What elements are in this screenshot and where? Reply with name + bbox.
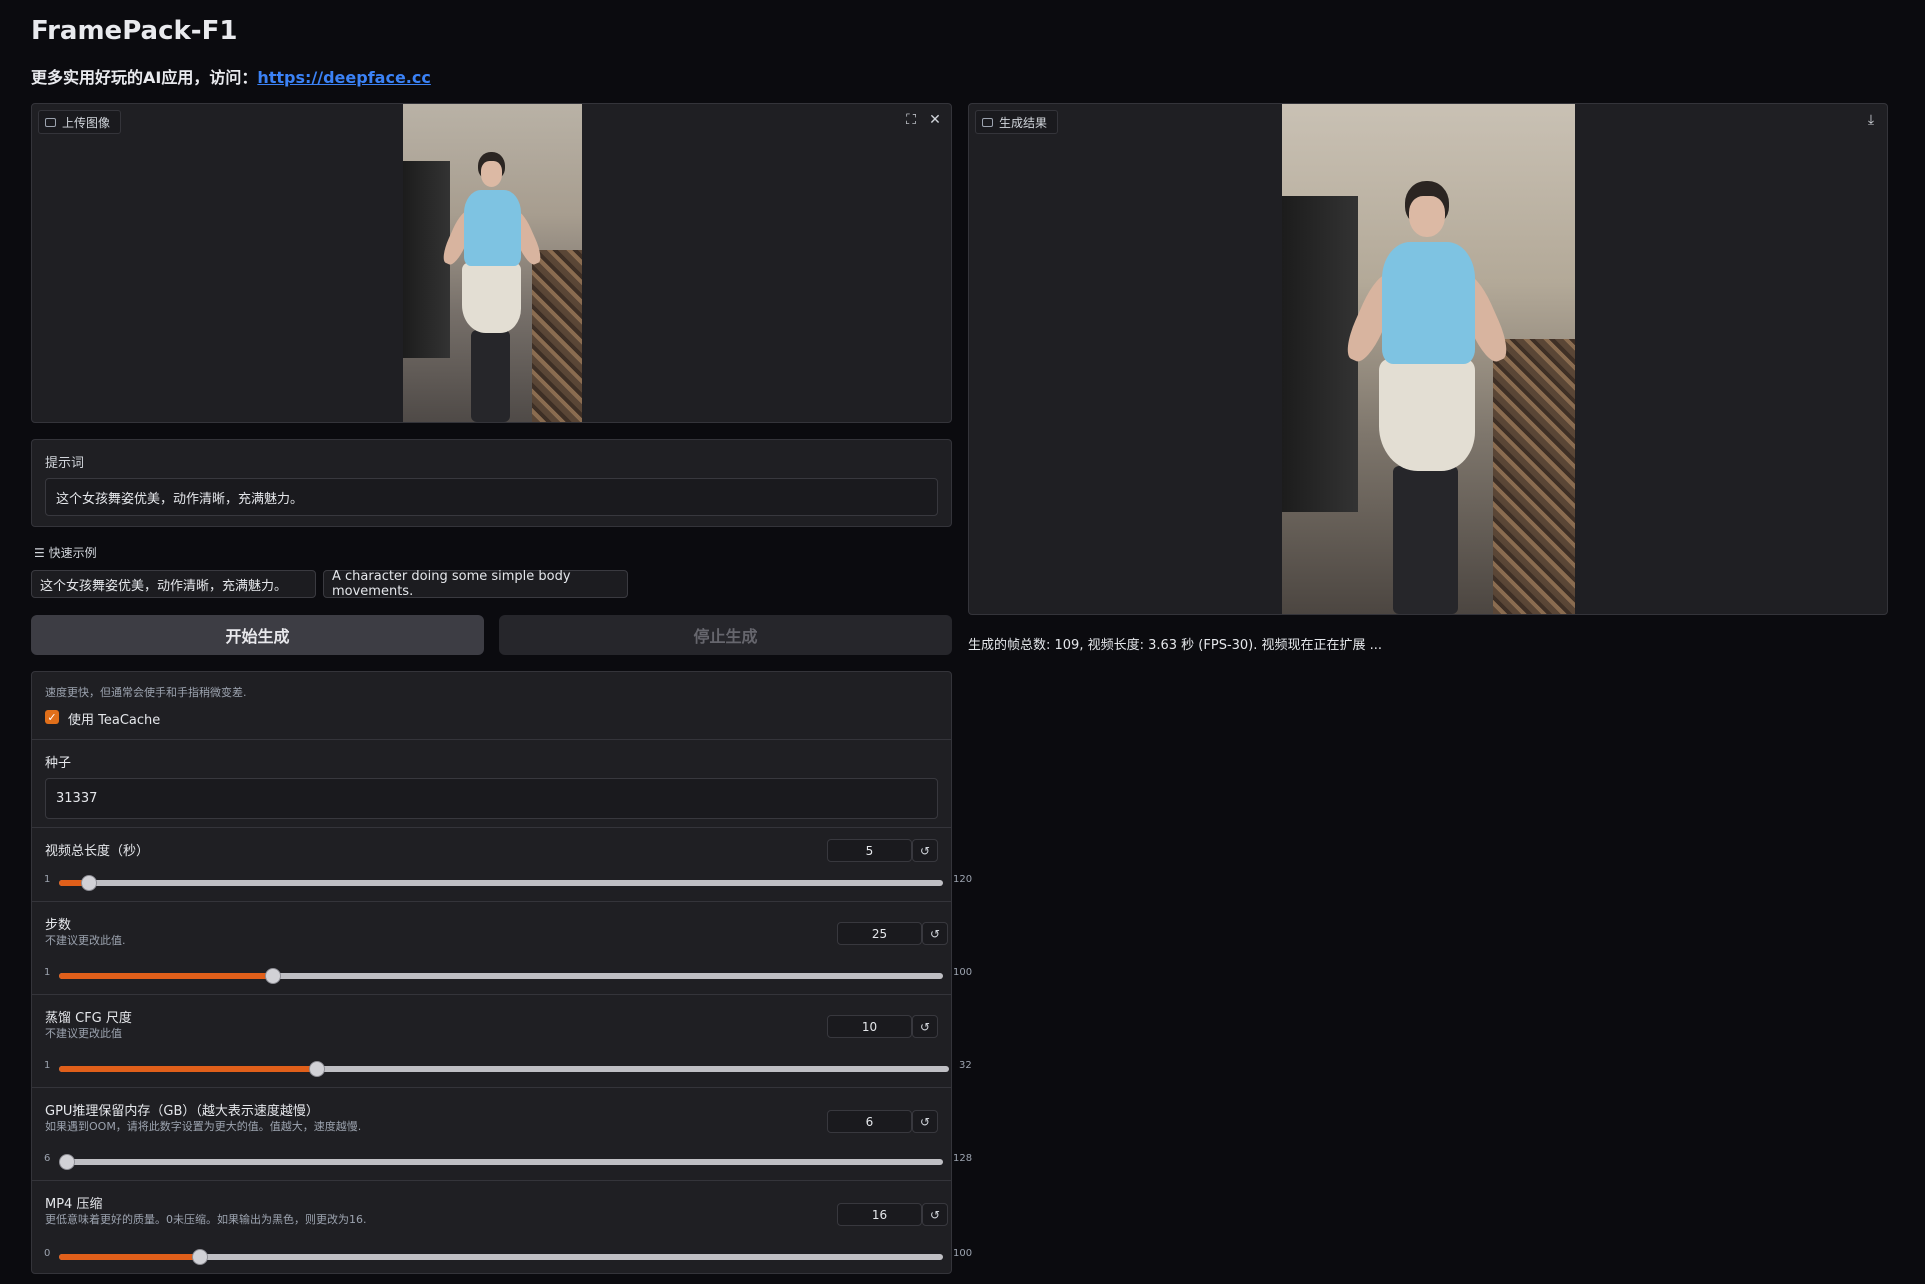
video-length-slider-handle[interactable] xyxy=(81,875,97,891)
download-icon[interactable]: ⤓ xyxy=(1861,110,1881,130)
seed-label: 种子 xyxy=(45,756,72,771)
mp4-compression-min: 0 xyxy=(44,1248,51,1259)
status-text: 生成的帧总数: 109, 视频长度: 3.63 秒 (FPS-30). 视频现在… xyxy=(968,638,1383,653)
fullscreen-button[interactable]: ⛶ xyxy=(901,110,921,130)
mp4-compression-reset-icon[interactable]: ↺ xyxy=(922,1203,948,1226)
distilled-cfg-number-input[interactable]: 10 xyxy=(827,1015,912,1038)
close-icon[interactable]: ✕ xyxy=(925,110,945,130)
mp4-compression-max: 100 xyxy=(953,1248,973,1259)
gpu-memory-label: GPU推理保留内存（GB）（越大表示速度越慢） xyxy=(45,1104,319,1119)
mp4-compression-label: MP4 压缩 xyxy=(45,1197,103,1212)
example-chip-1[interactable]: 这个女孩舞姿优美，动作清晰，充满魅力。 xyxy=(31,570,316,598)
prompt-panel: 提示词 这个女孩舞姿优美，动作清晰，充满魅力。 xyxy=(31,439,952,527)
distilled-cfg-max: 32 xyxy=(959,1060,972,1071)
prompt-input[interactable]: 这个女孩舞姿优美，动作清晰，充满魅力。 xyxy=(45,478,938,516)
video-length-number-input[interactable]: 5 xyxy=(827,839,912,862)
steps-label: 步数 xyxy=(45,918,72,933)
upload-image-label: 上传图像 xyxy=(38,110,122,134)
teacache-label: 使用 TeaCache xyxy=(68,713,161,728)
gpu-memory-slider-handle[interactable] xyxy=(59,1154,75,1170)
teacache-description: 速度更快，但通常会使手和手指稍微变差. xyxy=(45,686,247,699)
example-chip-2[interactable]: A character doing some simple body movem… xyxy=(323,569,628,599)
gpu-memory-min: 6 xyxy=(44,1153,51,1164)
video-length-slider[interactable] xyxy=(59,875,943,891)
uploaded-image xyxy=(403,104,582,422)
distilled-cfg-slider-fill xyxy=(59,1066,317,1072)
gpu-memory-max: 128 xyxy=(953,1153,973,1164)
mp4-compression-slider-handle[interactable] xyxy=(192,1249,208,1265)
result-label: 生成结果 xyxy=(975,110,1059,134)
distilled-cfg-label: 蒸馏 CFG 尺度 xyxy=(45,1011,132,1026)
mp4-compression-slider-fill xyxy=(59,1254,200,1260)
video-length-max: 120 xyxy=(953,874,973,885)
subtitle-text: 更多实用好玩的AI应用，访问： xyxy=(31,68,258,87)
steps-max: 100 xyxy=(953,967,973,978)
seed-section: 种子 31337 xyxy=(32,739,951,827)
distilled-cfg-reset-icon[interactable]: ↺ xyxy=(912,1015,938,1038)
video-icon xyxy=(982,117,993,127)
prompt-label: 提示词 xyxy=(45,456,85,471)
video-length-reset-icon[interactable]: ↺ xyxy=(912,839,938,862)
steps-section: 步数 不建议更改此值. 25 ↺ 1 100 xyxy=(32,901,972,994)
gpu-memory-slider[interactable] xyxy=(59,1154,943,1170)
distilled-cfg-section: 蒸馏 CFG 尺度 不建议更改此值 10 ↺ 1 32 xyxy=(32,994,972,1087)
result-label-text: 生成结果 xyxy=(999,115,1048,130)
examples-label-text: 快速示例 xyxy=(48,546,97,560)
teacache-checkbox[interactable]: ✓ xyxy=(45,710,59,724)
steps-slider[interactable] xyxy=(59,968,943,984)
result-panel: 生成结果 ⤓ xyxy=(968,103,1888,615)
list-icon: ☰ xyxy=(34,546,45,560)
distilled-cfg-slider[interactable] xyxy=(59,1061,949,1077)
steps-reset-icon[interactable]: ↺ xyxy=(922,922,948,945)
mp4-compression-number-input[interactable]: 16 xyxy=(837,1203,922,1226)
stop-button[interactable]: 停止生成 xyxy=(499,615,952,655)
video-length-section: 视频总长度（秒） 5 ↺ 1 120 xyxy=(32,827,972,901)
distilled-cfg-min: 1 xyxy=(44,1060,51,1071)
start-button[interactable]: 开始生成 xyxy=(31,615,484,655)
gpu-memory-description: 如果遇到OOM，请将此数字设置为更大的值。值越大，速度越慢. xyxy=(45,1120,362,1133)
mp4-compression-slider[interactable] xyxy=(59,1249,943,1265)
steps-description: 不建议更改此值. xyxy=(45,934,126,947)
steps-number-input[interactable]: 25 xyxy=(837,922,922,945)
steps-min: 1 xyxy=(44,967,51,978)
deepface-link[interactable]: https://deepface.cc xyxy=(257,68,431,87)
upload-image-panel[interactable]: 上传图像 ⛶ ✕ xyxy=(31,103,952,423)
subtitle: 更多实用好玩的AI应用，访问：https://deepface.cc xyxy=(31,64,431,88)
mp4-compression-section: MP4 压缩 更低意味着更好的质量。0未压缩。如果输出为黑色，则更改为16. 16 ↺… xyxy=(32,1180,972,1275)
result-video[interactable] xyxy=(1282,104,1575,614)
steps-slider-handle[interactable] xyxy=(265,968,281,984)
distilled-cfg-description: 不建议更改此值 xyxy=(45,1027,122,1040)
video-length-label: 视频总长度（秒） xyxy=(45,844,150,859)
page-title: FramePack-F1 xyxy=(31,16,238,46)
video-length-min: 1 xyxy=(44,874,51,885)
mp4-compression-description: 更低意味着更好的质量。0未压缩。如果输出为黑色，则更改为16. xyxy=(45,1213,367,1226)
settings-panel: 速度更快，但通常会使手和手指稍微变差. ✓ 使用 TeaCache 种子 313… xyxy=(31,671,972,1275)
distilled-cfg-slider-handle[interactable] xyxy=(309,1061,325,1077)
examples-label: ☰ 快速示例 xyxy=(34,544,97,561)
gpu-memory-number-input[interactable]: 6 xyxy=(827,1110,912,1133)
gpu-memory-reset-icon[interactable]: ↺ xyxy=(912,1110,938,1133)
steps-slider-fill xyxy=(59,973,273,979)
upload-label-text: 上传图像 xyxy=(62,115,111,130)
gpu-memory-section: GPU推理保留内存（GB）（越大表示速度越慢） 如果遇到OOM，请将此数字设置为更… xyxy=(32,1087,972,1180)
seed-input[interactable]: 31337 xyxy=(45,778,938,819)
teacache-section: 速度更快，但通常会使手和手指稍微变差. ✓ 使用 TeaCache xyxy=(32,672,951,739)
image-icon xyxy=(45,117,56,127)
